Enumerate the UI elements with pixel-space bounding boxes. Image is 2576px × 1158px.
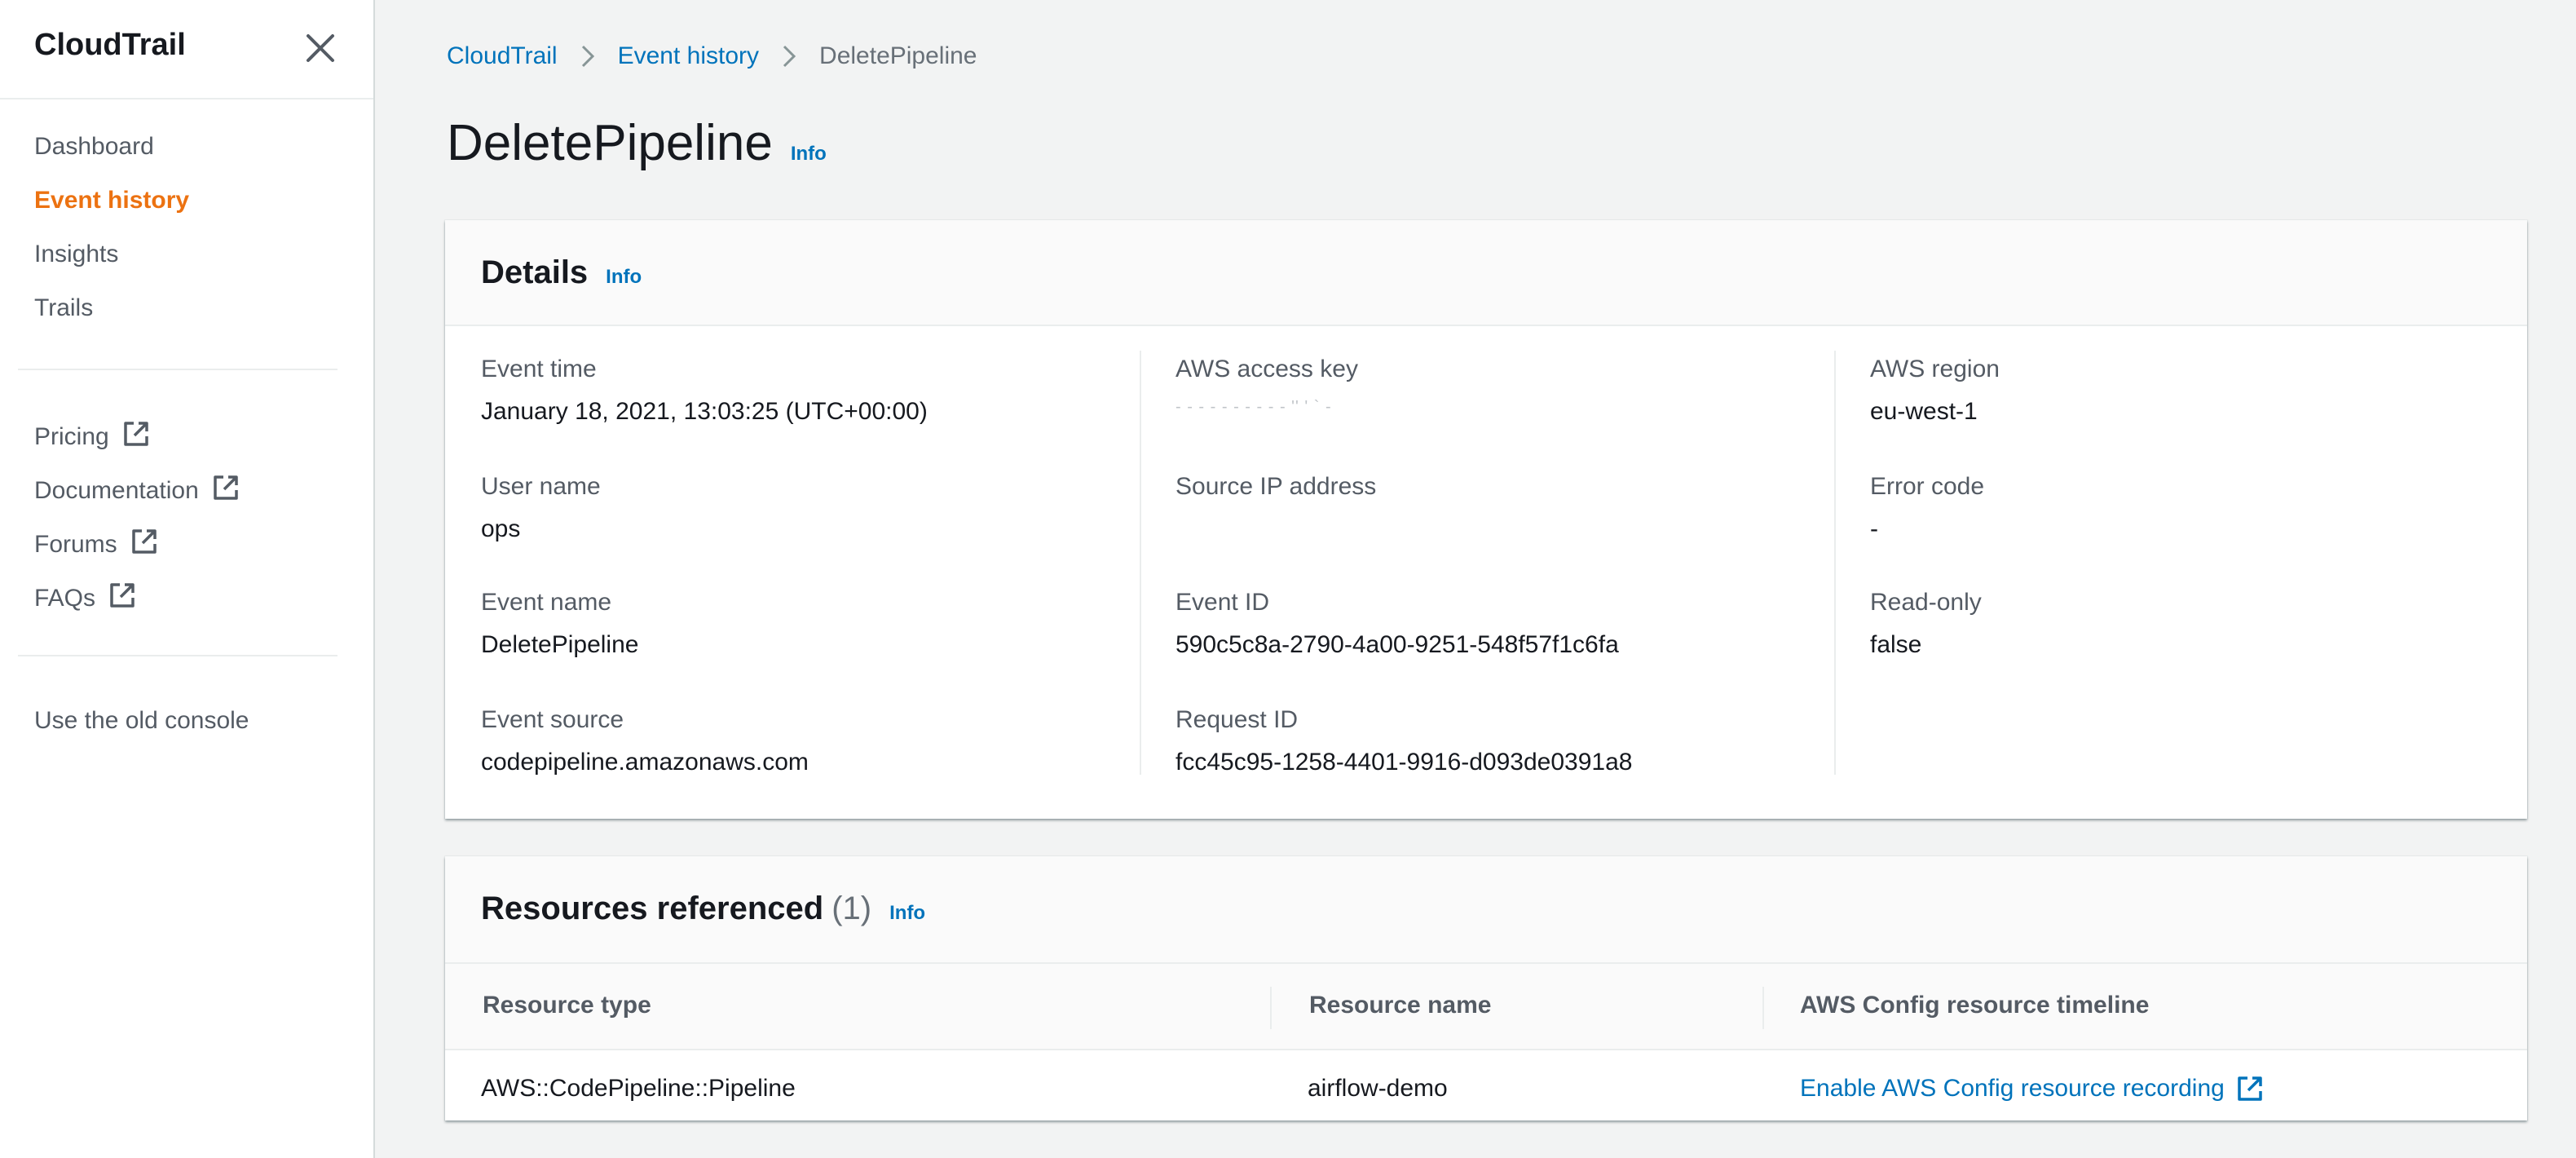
event-name-field: Event name DeletePipeline [481, 589, 638, 659]
column-divider [1270, 987, 1272, 1029]
breadcrumb: CloudTrail Event history DeletePipeline [447, 42, 977, 70]
sidebar-item-label: Pricing [34, 423, 109, 450]
column-header-config-timeline[interactable]: AWS Config resource timeline [1800, 992, 2149, 1019]
page-title-text: DeletePipeline [447, 115, 773, 171]
column-header-resource-type[interactable]: Resource type [483, 992, 651, 1019]
details-header: Details Info [445, 220, 2527, 326]
field-label: AWS region [1870, 356, 2000, 382]
resources-info-link[interactable]: Info [889, 902, 925, 925]
sidebar-item-documentation[interactable]: Documentation [34, 474, 240, 505]
event-id-field: Event ID 590c5c8a-2790-4a00-9251-548f57f… [1176, 589, 1619, 659]
sidebar-item-insights[interactable]: Insights [34, 241, 118, 268]
column-divider [1762, 987, 1764, 1029]
user-name-field: User name ops [481, 473, 601, 543]
field-label: Event ID [1176, 589, 1270, 616]
resources-title: Resources referenced (1) Info [481, 891, 925, 927]
sidebar-title[interactable]: CloudTrail [34, 28, 186, 63]
sidebar-item-old-console[interactable]: Use the old console [34, 707, 249, 735]
field-value [1176, 515, 1376, 543]
main-content: CloudTrail Event history DeletePipeline … [377, 0, 2576, 1158]
request-id-field: Request ID fcc45c95-1258-4401-9916-d093d… [1176, 706, 1632, 776]
sidebar-divider [18, 655, 337, 656]
breadcrumb-current: DeletePipeline [819, 42, 977, 69]
details-panel: Details Info Event time January 18, 2021… [445, 220, 2527, 819]
sidebar-item-pricing[interactable]: Pricing [34, 420, 150, 451]
sidebar-item-event-history[interactable]: Event history [34, 187, 189, 214]
enable-config-recording-link[interactable]: Enable AWS Config resource recording [1800, 1075, 2264, 1103]
details-column: AWS access key - - - - - - - - - - '' ' … [1140, 326, 1834, 783]
event-time-field: Event time January 18, 2021, 13:03:25 (U… [481, 356, 928, 426]
field-value: DeletePipeline [481, 631, 639, 658]
resource-type-cell: AWS::CodePipeline::Pipeline [481, 1075, 796, 1102]
sidebar-item-label: Forums [34, 531, 117, 558]
breadcrumb-event-history[interactable]: Event history [618, 42, 759, 70]
column-header-resource-name[interactable]: Resource name [1309, 992, 1491, 1019]
sidebar-item-label: FAQs [34, 585, 96, 612]
field-label: AWS access key [1176, 356, 1358, 382]
field-value: false [1870, 631, 1922, 658]
field-value: codepipeline.amazonaws.com [481, 749, 809, 776]
field-value: fcc45c95-1258-4401-9916-d093de0391a8 [1176, 749, 1633, 776]
field-label: User name [481, 473, 601, 500]
sidebar-item-trails[interactable]: Trails [34, 294, 93, 322]
field-label: Error code [1870, 473, 1985, 500]
sidebar-item-dashboard[interactable]: Dashboard [34, 133, 154, 161]
aws-region-field: AWS region eu-west-1 [1870, 356, 2000, 426]
resource-name-cell: airflow-demo [1308, 1075, 1448, 1102]
table-row: AWS::CodePipeline::Pipeline airflow-demo… [445, 1050, 2527, 1129]
details-column: Event time January 18, 2021, 13:03:25 (U… [445, 326, 1140, 783]
source-ip-field: Source IP address [1176, 473, 1376, 543]
field-label: Source IP address [1176, 473, 1377, 500]
details-title-text: Details [481, 254, 589, 290]
details-column: AWS region eu-west-1 Error code - Read-o… [1834, 326, 2527, 783]
breadcrumb-cloudtrail[interactable]: CloudTrail [447, 42, 558, 70]
error-code-field: Error code - [1870, 473, 1984, 543]
resources-title-text: Resources referenced [481, 891, 824, 926]
close-icon[interactable] [303, 31, 337, 65]
external-link-icon [131, 529, 157, 554]
external-link-icon [2238, 1076, 2262, 1101]
field-value: 590c5c8a-2790-4a00-9251-548f57f1c6fa [1176, 631, 1619, 658]
access-key-field: AWS access key - - - - - - - - - - '' ' … [1176, 356, 1358, 426]
sidebar-item-faqs[interactable]: FAQs [34, 581, 136, 612]
external-link-icon [110, 583, 135, 608]
details-body: Event time January 18, 2021, 13:03:25 (U… [445, 326, 2527, 819]
redacted-value: - - - - - - - - - - '' ' ` - [1176, 398, 1332, 416]
field-value: January 18, 2021, 13:03:25 (UTC+00:00) [481, 398, 928, 425]
field-value: eu-west-1 [1870, 398, 1978, 425]
chevron-right-icon [783, 45, 796, 68]
field-value: ops [481, 515, 521, 542]
field-value: - [1870, 515, 1878, 542]
field-label: Event source [481, 706, 624, 733]
field-label: Event name [481, 589, 612, 616]
external-link-icon [214, 475, 238, 500]
resources-header: Resources referenced (1) Info [445, 856, 2527, 962]
sidebar-header: CloudTrail [0, 0, 373, 99]
external-link-icon [123, 422, 148, 446]
page-title: DeletePipeline Info [447, 114, 827, 172]
resources-panel: Resources referenced (1) Info Resource t… [445, 856, 2527, 1120]
field-label: Read-only [1870, 589, 1982, 616]
sidebar-item-label: Documentation [34, 477, 199, 504]
details-title: Details Info [481, 254, 642, 291]
details-info-link[interactable]: Info [606, 266, 642, 289]
event-source-field: Event source codepipeline.amazonaws.com [481, 706, 809, 776]
read-only-field: Read-only false [1870, 589, 1982, 659]
sidebar-divider [18, 369, 337, 370]
field-label: Request ID [1176, 706, 1299, 733]
chevron-right-icon [581, 45, 594, 68]
page-info-link[interactable]: Info [791, 143, 827, 166]
field-label: Event time [481, 356, 597, 382]
table-header: Resource type Resource name AWS Config r… [445, 962, 2527, 1050]
side-navigation: CloudTrail Dashboard Event history Insig… [0, 0, 375, 1158]
sidebar-item-forums[interactable]: Forums [34, 528, 158, 559]
link-label: Enable AWS Config resource recording [1800, 1075, 2225, 1102]
resources-count: (1) [831, 891, 872, 926]
